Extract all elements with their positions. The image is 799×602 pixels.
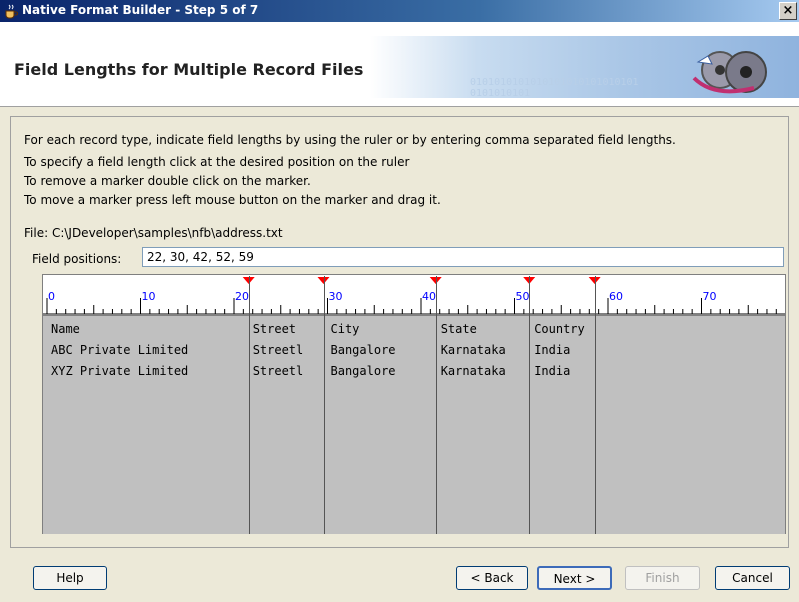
- record-cell: Karnataka: [440, 364, 506, 378]
- wizard-header: 0101010101010101010101010101 0101010101 …: [0, 22, 799, 107]
- ruler-tick-label: 70: [703, 290, 717, 303]
- record-cell: Bangalore: [330, 364, 396, 378]
- ruler[interactable]: 0 10 20 30 40 50 60 70: [43, 275, 785, 315]
- ruler-tick-label: 50: [516, 290, 530, 303]
- coffee-cup-icon: [5, 4, 18, 19]
- ruler-grid-panel: 0 10 20 30 40 50 60 70 Name Street City State Count…: [42, 274, 786, 534]
- field-divider[interactable]: [594, 276, 596, 534]
- field-divider[interactable]: [435, 276, 437, 534]
- ruler-tick-label: 10: [142, 290, 156, 303]
- page-title: Field Lengths for Multiple Record Files: [14, 60, 364, 79]
- finish-button[interactable]: Finish: [625, 566, 700, 590]
- record-cell: Country: [534, 322, 585, 336]
- record-cell: Streetl: [252, 343, 304, 357]
- record-cell: Bangalore: [330, 343, 396, 357]
- next-button[interactable]: Next >: [537, 566, 612, 590]
- record-cell: Streetl: [252, 364, 304, 378]
- instruction-text: To move a marker press left mouse button…: [24, 193, 441, 207]
- field-positions-label: Field positions:: [32, 252, 122, 266]
- close-button[interactable]: ×: [779, 2, 797, 20]
- field-divider[interactable]: [323, 276, 325, 534]
- record-cell: Name: [51, 322, 80, 336]
- back-button[interactable]: < Back: [456, 566, 528, 590]
- instruction-text: To specify a field length click at the d…: [24, 155, 410, 169]
- field-divider[interactable]: [529, 276, 531, 534]
- ruler-tick-label: 0: [48, 290, 55, 303]
- ruler-tick-label: 60: [609, 290, 623, 303]
- record-cell: XYZ Private Limited: [51, 364, 189, 378]
- field-divider[interactable]: [248, 276, 250, 534]
- cancel-button[interactable]: Cancel: [715, 566, 790, 590]
- record-cell: State: [440, 322, 477, 336]
- title-bar: Native Format Builder - Step 5 of 7 ×: [0, 0, 799, 22]
- record-cell: City: [330, 322, 360, 336]
- record-cell: Karnataka: [440, 343, 506, 357]
- record-cell: ABC Private Limited: [51, 343, 189, 357]
- record-cell: India: [534, 343, 571, 357]
- record-cell: Street: [252, 322, 297, 336]
- help-button[interactable]: Help: [33, 566, 107, 590]
- file-path-label: File: C:\JDeveloper\samples\nfb\address.…: [24, 226, 283, 240]
- record-grid: Name Street City State Country ABC Private Li…: [43, 276, 785, 534]
- instruction-text: To remove a marker double click on the m…: [24, 174, 311, 188]
- banner-binary-text: 0101010101010101010101010101 0101010101: [470, 77, 639, 99]
- ruler-tick-label: 40: [422, 290, 436, 303]
- ruler-tick-label: 30: [329, 290, 343, 303]
- ruler-tick-label: 20: [235, 290, 249, 303]
- film-reel-icon: [692, 51, 767, 94]
- field-positions-input[interactable]: 22, 30, 42, 52, 59: [142, 247, 784, 267]
- window-title: Native Format Builder - Step 5 of 7: [22, 3, 259, 17]
- record-cell: India: [534, 364, 571, 378]
- instruction-text: For each record type, indicate field len…: [24, 133, 676, 147]
